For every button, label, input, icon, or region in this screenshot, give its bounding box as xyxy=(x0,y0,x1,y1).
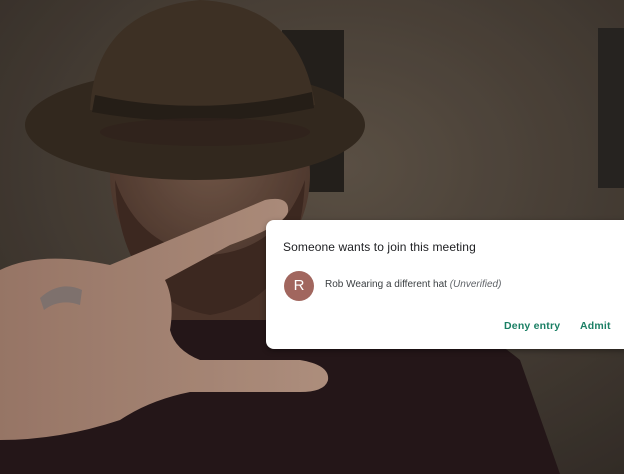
deny-entry-button[interactable]: Deny entry xyxy=(504,320,560,332)
guest-avatar: R xyxy=(284,271,314,301)
join-request-dialog: Someone wants to join this meeting R Rob… xyxy=(266,220,624,349)
guest-info: Rob Wearing a different hat (Unverified) xyxy=(325,279,501,290)
admit-button[interactable]: Admit xyxy=(580,320,611,332)
dialog-title: Someone wants to join this meeting xyxy=(283,240,476,254)
guest-name: Rob Wearing a different hat xyxy=(325,279,447,290)
guest-verification-status: (Unverified) xyxy=(449,279,502,290)
